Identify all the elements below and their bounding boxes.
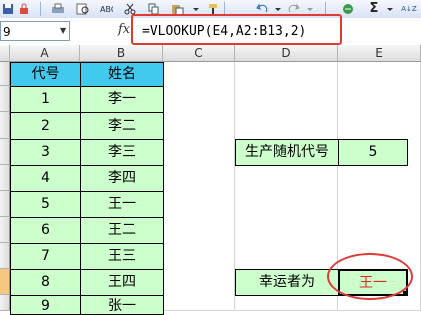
column-header-a[interactable]: A [10, 45, 80, 62]
row-header[interactable] [0, 62, 10, 86]
column-header-d[interactable]: D [235, 45, 338, 62]
row-header[interactable] [0, 295, 10, 311]
header-cell-name[interactable]: 姓名 [80, 62, 164, 87]
table-cell-code[interactable]: 1 [10, 86, 81, 113]
column-header-e[interactable]: E [338, 45, 421, 62]
row-header[interactable] [0, 165, 10, 191]
spelling-icon[interactable]: ABC [98, 1, 114, 16]
random-code-label[interactable]: 生产随机代号 [235, 139, 339, 166]
table-cell-name[interactable]: 张一 [80, 295, 164, 315]
table-cell-name[interactable]: 王三 [80, 243, 164, 270]
row-header-selected[interactable] [0, 269, 10, 295]
winner-highlight-oval [327, 253, 413, 300]
select-all-corner[interactable] [0, 45, 10, 62]
table-cell-name[interactable]: 王四 [80, 269, 164, 296]
formula-highlight-ring [131, 14, 342, 45]
table-cell-code[interactable]: 2 [10, 112, 81, 140]
print-icon[interactable] [50, 1, 66, 16]
row-header[interactable] [0, 191, 10, 217]
row-header[interactable] [0, 86, 10, 112]
svg-text:ABC: ABC [100, 5, 113, 14]
save-icon[interactable] [0, 1, 16, 16]
header-cell-code[interactable]: 代号 [10, 62, 81, 87]
table-cell-code[interactable]: 4 [10, 165, 81, 192]
empty-cells-c[interactable] [163, 62, 235, 311]
table-cell-name[interactable]: 李一 [80, 86, 164, 113]
row-header[interactable] [0, 112, 10, 139]
table-cell-code[interactable]: 8 [10, 269, 81, 296]
toolbar-separator [40, 2, 41, 16]
sort-ascending-icon[interactable]: A↓Z [400, 1, 418, 16]
name-box-dropdown-icon[interactable]: ▼ [60, 21, 70, 41]
column-header-c[interactable]: C [163, 45, 235, 62]
random-code-value[interactable]: 5 [338, 139, 408, 166]
winner-label[interactable]: 幸运者为 [235, 269, 339, 296]
table-cell-code[interactable]: 6 [10, 217, 81, 244]
hyperlink-icon[interactable] [340, 1, 356, 16]
table-cell-name[interactable]: 李三 [80, 139, 164, 166]
print-preview-icon[interactable] [75, 1, 91, 16]
table-cell-name[interactable]: 李二 [80, 112, 164, 140]
fill-handle[interactable] [403, 291, 408, 296]
row-header[interactable] [0, 139, 10, 165]
autosum-dropdown-icon[interactable] [382, 1, 398, 16]
permission-icon[interactable] [16, 1, 32, 16]
row-header[interactable] [0, 217, 10, 243]
table-cell-name[interactable]: 王一 [80, 191, 164, 218]
row-header[interactable] [0, 243, 10, 269]
autosum-icon[interactable]: Σ [366, 1, 382, 16]
column-header-b[interactable]: B [80, 45, 163, 62]
table-cell-name[interactable]: 李四 [80, 165, 164, 192]
table-cell-name[interactable]: 王二 [80, 217, 164, 244]
table-cell-code[interactable]: 7 [10, 243, 81, 270]
table-cell-code[interactable]: 5 [10, 191, 81, 218]
table-cell-code[interactable]: 3 [10, 139, 81, 166]
table-cell-code[interactable]: 9 [10, 295, 81, 315]
